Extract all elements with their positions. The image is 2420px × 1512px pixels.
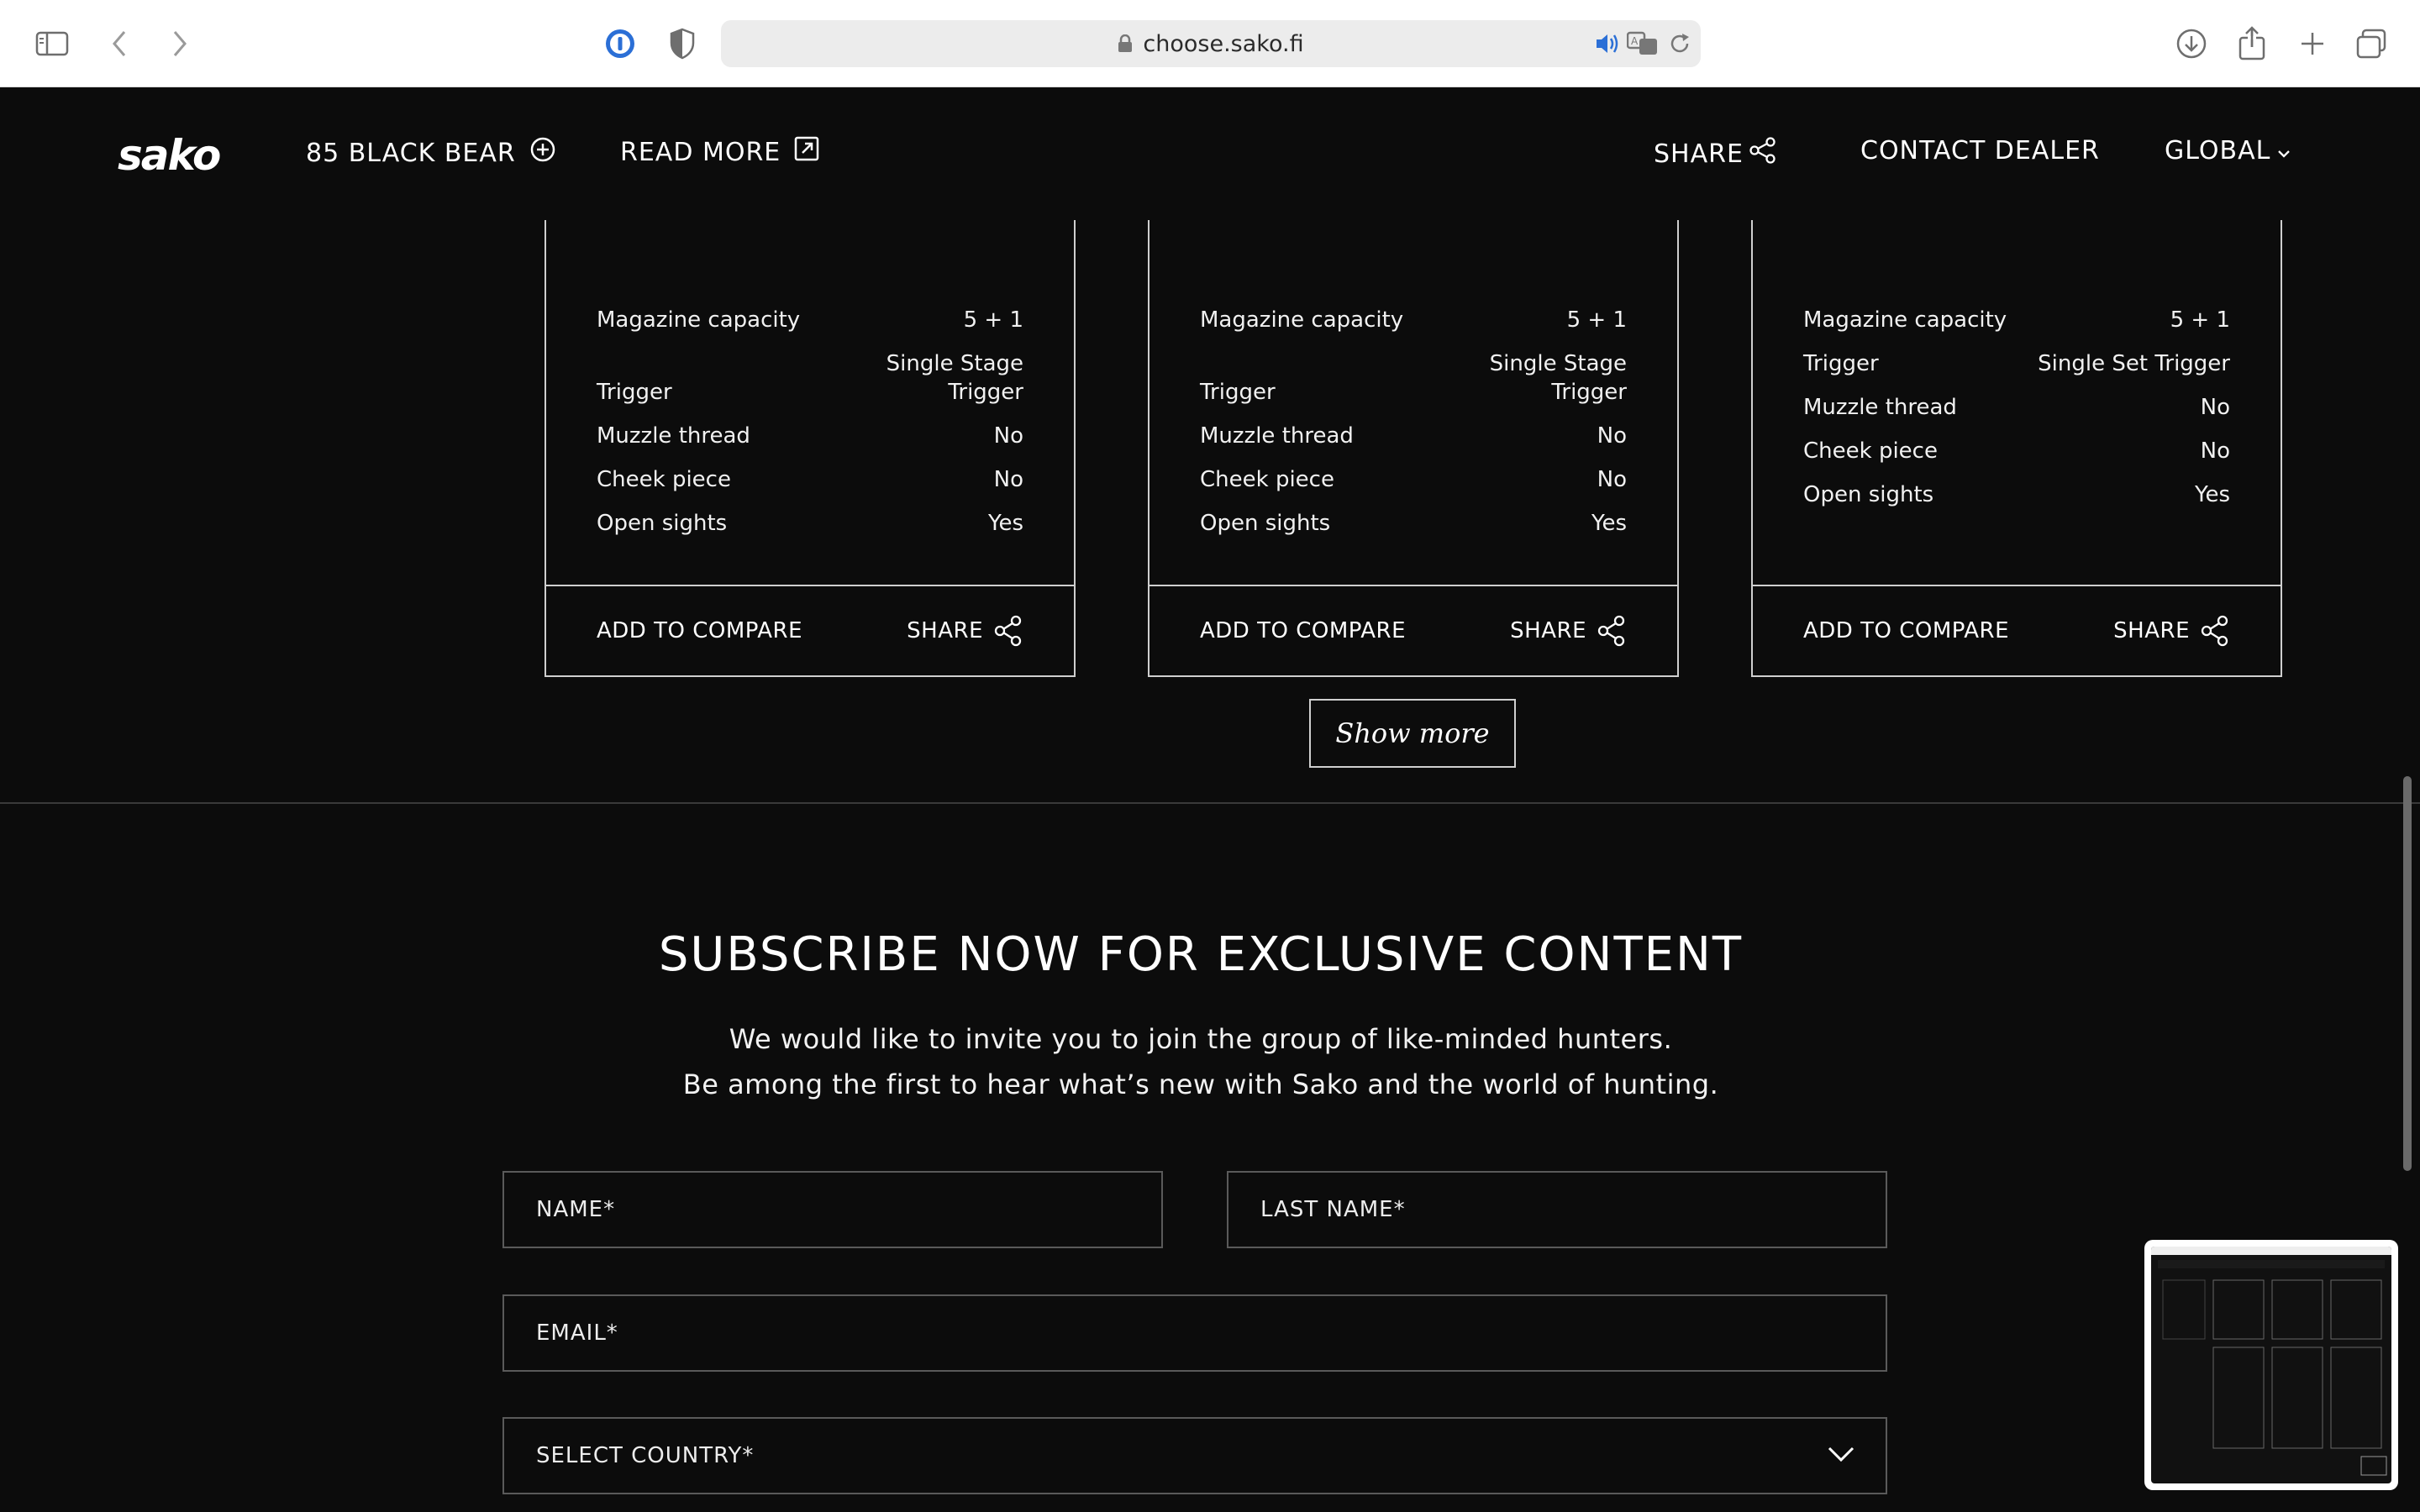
card-actions: ADD TO COMPARE SHARE xyxy=(546,585,1074,675)
card-share-label: SHARE xyxy=(907,618,983,643)
spec-row: Trigger Single Stage Trigger xyxy=(597,351,1023,405)
show-more-button[interactable]: Show more xyxy=(1309,699,1516,768)
window-preview-thumbnail[interactable] xyxy=(2144,1240,2398,1490)
share-icon xyxy=(2201,615,2228,647)
region-selector[interactable]: GLOBAL xyxy=(2165,136,2291,165)
add-to-compare-button[interactable]: ADD TO COMPARE xyxy=(1200,618,1406,643)
card-share-button[interactable]: SHARE xyxy=(2113,615,2230,647)
spec-row: Trigger Single Set Trigger xyxy=(1803,351,2230,376)
spec-row: Muzzle thread No xyxy=(1200,423,1627,449)
address-bar[interactable]: choose.sako.fi A xyxy=(721,20,1701,67)
subscribe-intro-line-2: Be among the first to hear what’s new wi… xyxy=(682,1068,1719,1100)
thumbnail-content xyxy=(2151,1247,2391,1483)
header-share-button[interactable]: SHARE xyxy=(1654,136,1777,171)
back-arrow-icon[interactable] xyxy=(104,25,134,62)
downloads-icon[interactable] xyxy=(2173,25,2210,62)
sako-logo[interactable]: sako xyxy=(118,131,221,180)
spec-row: Muzzle thread No xyxy=(597,423,1023,449)
external-link-icon xyxy=(794,136,819,168)
svg-text:A: A xyxy=(1631,35,1639,47)
spec-list: Magazine capacity 5 + 1 Trigger Single Sta… xyxy=(597,306,1023,553)
read-more-link[interactable]: READ MORE xyxy=(620,136,819,168)
model-name: 85 BLACK BEAR xyxy=(306,138,516,168)
spec-row: Cheek piece No xyxy=(1200,467,1627,492)
subscribe-title: SUBSCRIBE NOW FOR EXCLUSIVE CONTENT xyxy=(658,927,1744,982)
password-manager-icon[interactable] xyxy=(602,25,639,62)
section-divider xyxy=(0,802,2420,804)
card-actions: ADD TO COMPARE SHARE xyxy=(1753,585,2281,675)
contact-dealer-link[interactable]: CONTACT DEALER xyxy=(1860,136,2100,165)
add-to-compare-button[interactable]: ADD TO COMPARE xyxy=(597,618,802,643)
spec-row: Magazine capacity 5 + 1 xyxy=(1803,307,2230,333)
spec-list: Magazine capacity 5 + 1 Trigger Single Sta… xyxy=(1200,306,1627,553)
country-placeholder: SELECT COUNTRY* xyxy=(536,1443,755,1468)
reload-icon[interactable] xyxy=(1669,32,1691,55)
last-name-placeholder: LAST NAME* xyxy=(1260,1197,1406,1222)
subscribe-intro-line-1: We would like to invite you to join the … xyxy=(729,1023,1673,1055)
spec-row: Muzzle thread No xyxy=(1803,395,2230,420)
share-icon xyxy=(1597,615,1625,647)
email-placeholder: EMAIL* xyxy=(536,1320,618,1346)
page-scrollbar[interactable] xyxy=(2403,776,2412,1171)
translate-icon[interactable]: A xyxy=(1627,31,1659,56)
header-share-label: SHARE xyxy=(1654,139,1744,169)
speaker-icon[interactable] xyxy=(1595,32,1620,55)
region-label: GLOBAL xyxy=(2165,136,2271,165)
forward-arrow-icon[interactable] xyxy=(165,25,195,62)
sidebar-toggle-icon[interactable] xyxy=(34,25,71,62)
spec-row: Magazine capacity 5 + 1 xyxy=(1200,307,1627,333)
tab-overview-icon[interactable] xyxy=(2353,25,2390,62)
rifle-card-3: Magazine capacity 5 + 1 Trigger Single Set… xyxy=(1751,171,2282,677)
card-actions: ADD TO COMPARE SHARE xyxy=(1150,585,1677,675)
site-header: sako 85 BLACK BEAR READ MORE SHARE CONTA… xyxy=(0,87,2420,220)
rifle-card-2: Magazine capacity 5 + 1 Trigger Single Sta… xyxy=(1148,171,1679,677)
spec-row: Cheek piece No xyxy=(1803,438,2230,464)
name-field[interactable]: NAME* xyxy=(502,1171,1163,1248)
name-placeholder: NAME* xyxy=(536,1197,616,1222)
spec-row: Open sights Yes xyxy=(597,511,1023,536)
spec-row: Open sights Yes xyxy=(1803,482,2230,507)
card-share-button[interactable]: SHARE xyxy=(907,615,1023,647)
spec-row: Open sights Yes xyxy=(1200,511,1627,536)
share-icon xyxy=(994,615,1022,647)
card-share-label: SHARE xyxy=(2113,618,2190,643)
browser-toolbar: choose.sako.fi A xyxy=(0,0,2420,87)
spec-list: Magazine capacity 5 + 1 Trigger Single Set… xyxy=(1803,306,2230,524)
new-tab-icon[interactable] xyxy=(2294,25,2331,62)
card-share-label: SHARE xyxy=(1510,618,1586,643)
plus-circle-icon xyxy=(529,136,556,170)
share-icon xyxy=(1749,136,1777,171)
url-text: choose.sako.fi xyxy=(1143,30,1304,57)
add-to-compare-button[interactable]: ADD TO COMPARE xyxy=(1803,618,2009,643)
sako-page: sako 85 BLACK BEAR READ MORE SHARE CONTA… xyxy=(0,87,2420,1512)
spec-row: Magazine capacity 5 + 1 xyxy=(597,307,1023,333)
model-selector[interactable]: 85 BLACK BEAR xyxy=(306,136,556,170)
share-browser-icon[interactable] xyxy=(2233,24,2270,62)
last-name-field[interactable]: LAST NAME* xyxy=(1227,1171,1887,1248)
email-field[interactable]: EMAIL* xyxy=(502,1294,1887,1372)
country-select[interactable]: SELECT COUNTRY* xyxy=(502,1417,1887,1494)
lock-icon xyxy=(1118,34,1133,53)
chevron-down-icon xyxy=(1827,1444,1855,1469)
privacy-shield-icon[interactable] xyxy=(664,25,701,62)
chevron-down-icon xyxy=(2277,136,2291,165)
spec-row: Cheek piece No xyxy=(597,467,1023,492)
contact-dealer-label: CONTACT DEALER xyxy=(1860,136,2100,165)
rifle-card-1: Magazine capacity 5 + 1 Trigger Single Sta… xyxy=(544,171,1076,677)
spec-row: Trigger Single Stage Trigger xyxy=(1200,351,1627,405)
card-share-button[interactable]: SHARE xyxy=(1510,615,1627,647)
read-more-label: READ MORE xyxy=(620,137,781,167)
